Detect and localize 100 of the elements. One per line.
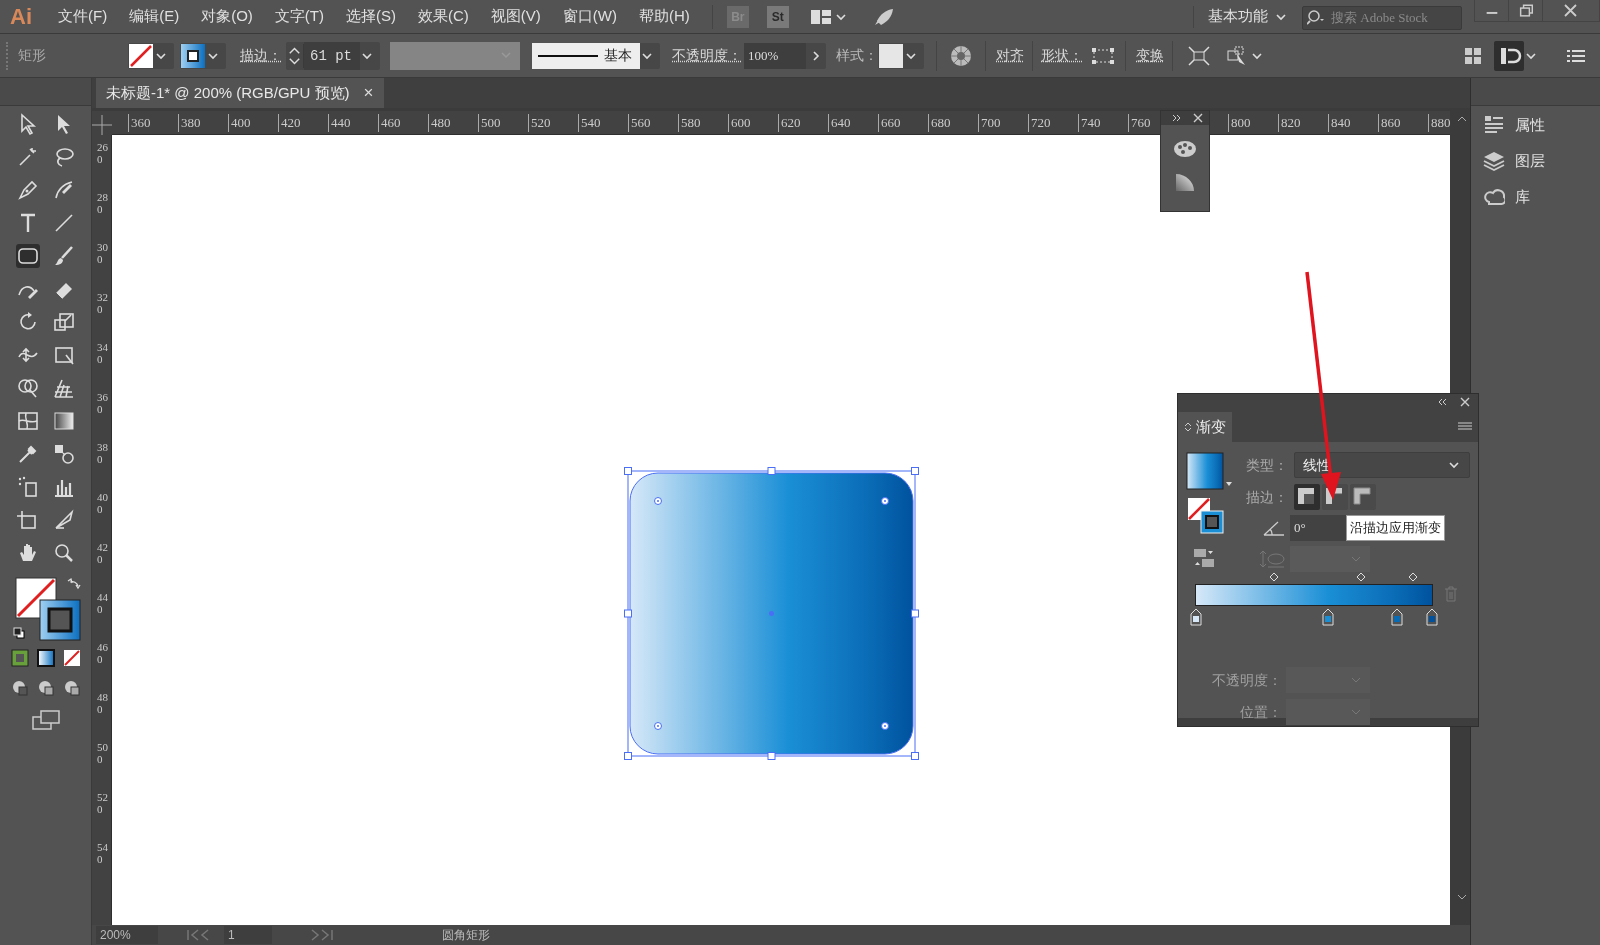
panel-toggle-icon[interactable] xyxy=(1494,40,1524,71)
object-type-label: 矩形 xyxy=(18,46,47,65)
ruler-label: 400 xyxy=(97,491,108,516)
transform-link[interactable]: 变换 xyxy=(1136,45,1164,66)
ruler-label: 800 xyxy=(1228,114,1251,132)
ruler-label: 640 xyxy=(828,114,851,132)
stroke-gradient-swatch[interactable] xyxy=(38,599,81,641)
align-link[interactable]: 对齐 xyxy=(996,45,1024,66)
opacity-field[interactable]: 100% xyxy=(744,42,806,69)
panel-dock-item[interactable]: 图层 xyxy=(1471,144,1600,178)
midpoint-marker[interactable] xyxy=(1408,572,1419,582)
color-stop[interactable] xyxy=(1390,608,1403,626)
screen-mode-icon[interactable] xyxy=(30,709,61,731)
stroke-profile-dropdown[interactable]: 基本 xyxy=(532,42,640,69)
default-colors-icon[interactable] xyxy=(12,627,25,639)
ruler-label: 400 xyxy=(228,114,251,132)
ruler-label: 620 xyxy=(778,114,801,132)
gradient-tool[interactable] xyxy=(51,409,76,433)
menu-item[interactable]: 帮助(H) xyxy=(638,5,690,28)
workspace-switcher[interactable]: 基本功能 xyxy=(1208,5,1288,28)
color-mode-icon[interactable] xyxy=(10,649,29,667)
menu-item[interactable]: 文字(T) xyxy=(274,5,324,28)
ruler-label: 600 xyxy=(728,114,751,132)
color-stop[interactable] xyxy=(1322,608,1335,626)
ruler-label: 680 xyxy=(928,114,951,132)
midpoint-marker[interactable] xyxy=(1268,572,1279,582)
ruler-label: 260 xyxy=(97,141,108,166)
panel-menu-icon[interactable] xyxy=(1566,47,1586,64)
select-similar-icon[interactable] xyxy=(1225,44,1265,67)
menu-item[interactable]: 窗口(W) xyxy=(562,5,617,28)
menu-item[interactable]: 视图(V) xyxy=(490,5,541,28)
opacity-label[interactable]: 不透明度： xyxy=(672,45,742,66)
document-tab[interactable]: 未标题-1* @ 200% (RGB/GPU 预览) × xyxy=(96,78,384,108)
stroke-gradient-across-button[interactable] xyxy=(1350,484,1376,510)
ruler-label: 480 xyxy=(97,691,108,716)
isolate-object-icon[interactable] xyxy=(1187,44,1211,67)
draw-normal-icon[interactable] xyxy=(10,679,29,697)
stroke-label[interactable]: 描边： xyxy=(240,45,282,66)
ruler-label: 840 xyxy=(1328,114,1351,132)
shape-bounds-icon[interactable] xyxy=(1091,45,1115,66)
properties-icon xyxy=(1483,114,1505,136)
panel-dock-item[interactable]: 库 xyxy=(1471,180,1600,214)
swap-arrow-icon[interactable] xyxy=(66,577,81,591)
zoom-field[interactable]: 200% xyxy=(96,926,158,944)
ruler-label: 500 xyxy=(478,114,501,132)
color-stop[interactable] xyxy=(1426,608,1438,626)
draw-behind-icon[interactable] xyxy=(36,679,55,697)
ruler-label: 320 xyxy=(97,291,108,316)
stroke-gradient-swatch[interactable] xyxy=(180,42,206,69)
panel-dock-label: 属性 xyxy=(1515,114,1545,135)
recolor-wheel-icon[interactable] xyxy=(949,43,973,68)
panel-menu-icon[interactable] xyxy=(1458,422,1472,432)
menu-item[interactable]: 选择(S) xyxy=(346,5,396,28)
type-label: 类型： xyxy=(1246,456,1289,475)
panel-header-icon[interactable] xyxy=(1161,111,1209,125)
pen-tool[interactable] xyxy=(15,178,40,202)
color-stop[interactable] xyxy=(1190,608,1202,626)
panel-tab[interactable]: 渐变 xyxy=(1178,412,1232,442)
gradient-mode-icon[interactable] xyxy=(36,649,55,667)
stock-button[interactable]: St xyxy=(766,5,789,28)
page-field[interactable]: 1 xyxy=(224,926,272,944)
arrange-grid-icon[interactable] xyxy=(1464,46,1482,65)
ruler-label: 340 xyxy=(97,341,108,366)
ruler-label: 660 xyxy=(878,114,901,132)
graphic-style-swatch[interactable] xyxy=(878,42,904,69)
status-tool-label: 圆角矩形 xyxy=(442,927,491,944)
ruler-label: 700 xyxy=(978,114,1001,132)
fill-stroke-swatch[interactable] xyxy=(1187,497,1225,535)
ruler-label: 520 xyxy=(528,114,551,132)
reverse-gradient-icon[interactable] xyxy=(1193,547,1215,569)
gradient-swatch-icon[interactable] xyxy=(1174,171,1196,193)
tab-close-button[interactable]: × xyxy=(363,80,374,106)
stroke-gradient-within-button[interactable] xyxy=(1294,484,1320,510)
ruler-label: 740 xyxy=(1078,114,1101,132)
resize-grip[interactable] xyxy=(1178,718,1478,726)
rocket-icon[interactable] xyxy=(872,6,895,27)
rounded-rectangle-tool[interactable] xyxy=(15,244,40,268)
panel-dock-item[interactable]: 属性 xyxy=(1471,108,1600,142)
ruler-label: 460 xyxy=(97,641,108,666)
none-mode-icon[interactable] xyxy=(62,649,81,667)
draw-inside-icon[interactable] xyxy=(62,679,81,697)
fill-none-swatch[interactable] xyxy=(128,42,154,69)
shape-builder-tool[interactable] xyxy=(15,376,40,400)
ruler-label: 820 xyxy=(1278,114,1301,132)
menu-item[interactable]: 效果(C) xyxy=(418,5,469,28)
mesh-tool[interactable] xyxy=(15,409,40,433)
aspect-ratio-icon xyxy=(1258,549,1286,569)
ruler-label: 520 xyxy=(97,791,108,816)
stroke-weight-field[interactable]: 61 pt xyxy=(304,41,360,70)
menu-item[interactable]: 文件(F) xyxy=(58,5,108,28)
ruler-label: 540 xyxy=(578,114,601,132)
scale-tool[interactable] xyxy=(51,310,76,334)
panel-dock-label: 图层 xyxy=(1515,150,1545,171)
search-field[interactable]: 搜索 Adobe Stock xyxy=(1302,5,1462,30)
libraries-icon xyxy=(1483,186,1505,208)
sort-arrows-icon xyxy=(1184,421,1192,433)
menu-item[interactable]: 对象(O) xyxy=(201,5,253,28)
tooltip: 沿描边应用渐变 xyxy=(1346,515,1445,541)
shape-label[interactable]: 形状： xyxy=(1041,45,1083,66)
menu-item[interactable]: 编辑(E) xyxy=(129,5,180,28)
